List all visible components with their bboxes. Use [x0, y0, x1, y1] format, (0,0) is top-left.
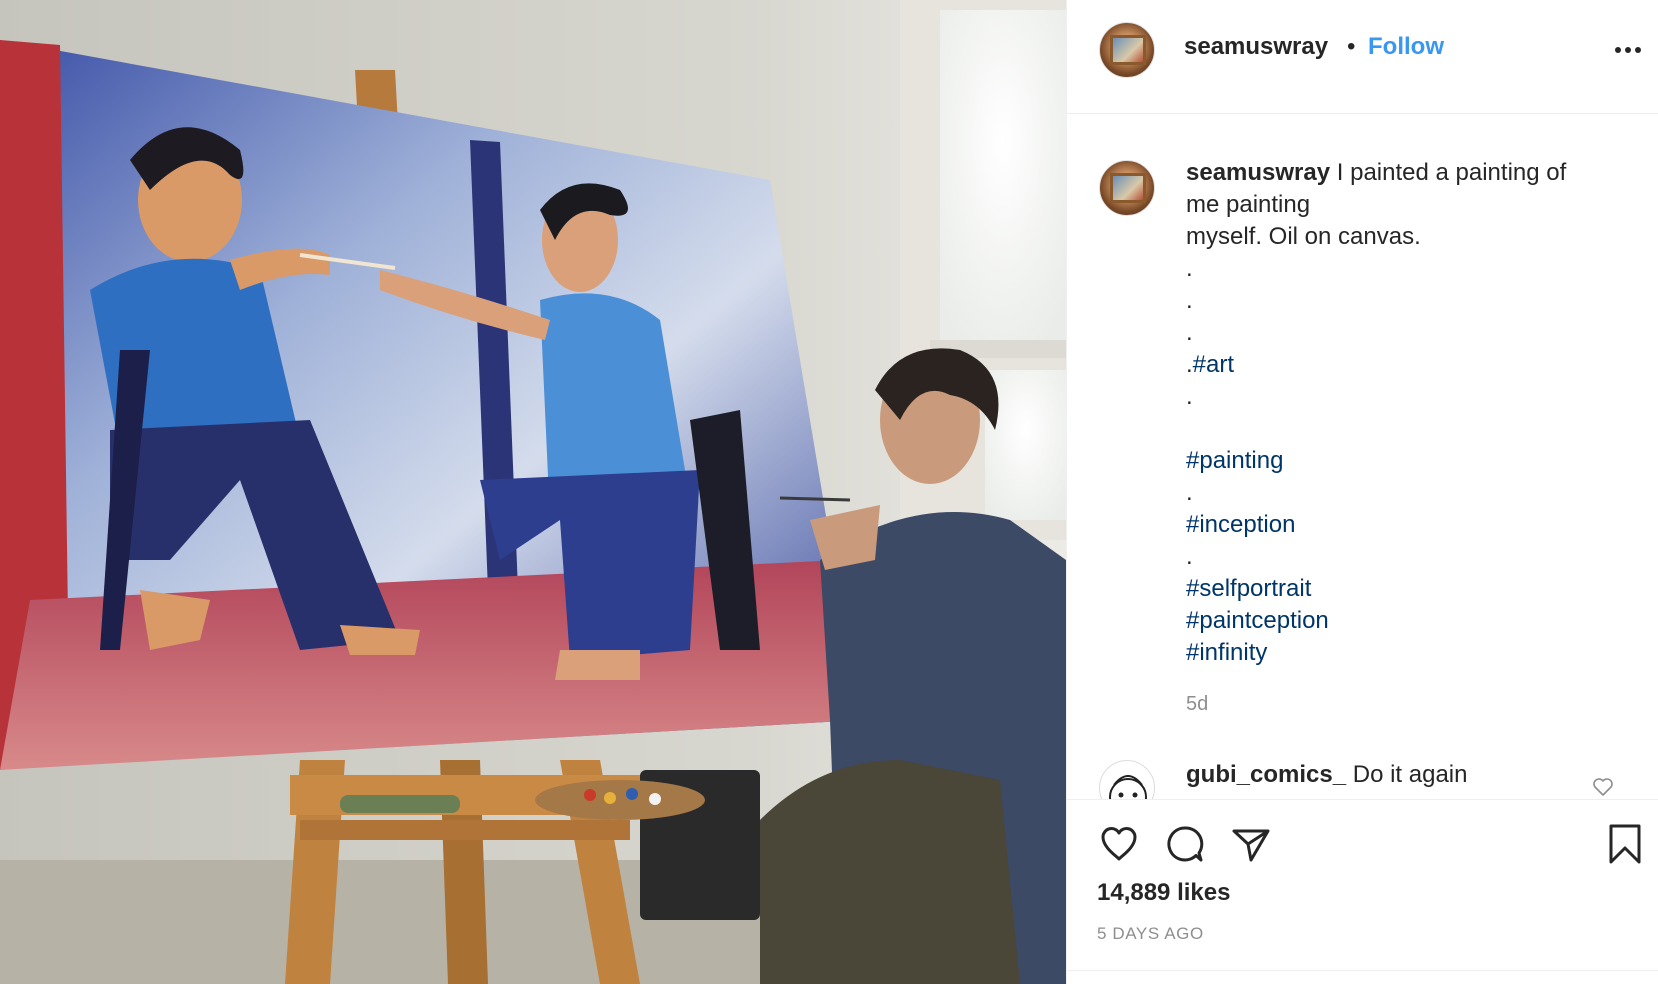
caption-line-5: .: [1186, 287, 1193, 314]
post-timestamp[interactable]: 5 DAYS AGO: [1097, 924, 1204, 944]
comment-body: Do it again: [1352, 761, 1468, 788]
post-actions: 14,889 likes 5 DAYS AGO: [1067, 799, 1658, 984]
post-side-panel: seamuswray • Follow seamuswray I painted…: [1066, 0, 1658, 984]
more-options-icon[interactable]: [1613, 40, 1643, 60]
caption-author-avatar[interactable]: [1099, 160, 1155, 216]
caption-line-4: .: [1186, 255, 1193, 282]
commenter-avatar[interactable]: [1099, 760, 1155, 799]
post-photo[interactable]: [0, 0, 1066, 984]
hashtag-inception[interactable]: #inception: [1186, 509, 1626, 541]
comments-section[interactable]: seamuswray I painted a painting of me pa…: [1067, 115, 1658, 799]
share-paper-plane-icon[interactable]: [1229, 822, 1273, 866]
save-bookmark-icon[interactable]: [1603, 822, 1647, 866]
caption-line-3: myself. Oil on canvas.: [1186, 223, 1421, 250]
post-header: seamuswray • Follow: [1067, 0, 1658, 114]
author-avatar[interactable]: [1099, 22, 1155, 78]
hashtag-infinity[interactable]: #infinity: [1186, 637, 1626, 669]
comment-bubble-icon[interactable]: [1163, 822, 1207, 866]
caption-line-6: .: [1186, 319, 1193, 346]
post-photo-illustration: [0, 0, 1066, 984]
hashtag-selfportrait[interactable]: #selfportrait: [1186, 573, 1626, 605]
caption-line-8: .: [1186, 383, 1193, 410]
follow-button[interactable]: Follow: [1368, 33, 1444, 61]
commenter-avatar-drawing: [1109, 775, 1147, 799]
post-caption: seamuswray I painted a painting of me pa…: [1186, 157, 1626, 669]
comment-username[interactable]: gubi_comics_: [1186, 761, 1346, 788]
hashtag-art[interactable]: #art: [1193, 351, 1234, 378]
caption-line-10: .: [1186, 479, 1193, 506]
header-separator: •: [1347, 33, 1356, 60]
like-heart-icon[interactable]: [1097, 822, 1141, 866]
caption-dot-prefix: .: [1186, 351, 1193, 378]
caption-username[interactable]: seamuswray: [1186, 159, 1330, 186]
caption-text-1: I painted a painting of: [1336, 159, 1567, 186]
comment: gubi_comics_ Do it again: [1186, 761, 1467, 789]
caption-line-7: .#art: [1186, 349, 1626, 381]
caption-line-12: .: [1186, 543, 1193, 570]
caption-line-1: seamuswray I painted a painting of: [1186, 157, 1626, 189]
add-comment-divider: [1067, 970, 1658, 971]
comment-like-heart-icon[interactable]: [1591, 775, 1615, 799]
author-username[interactable]: seamuswray: [1184, 33, 1328, 61]
caption-line-2: me painting: [1186, 191, 1311, 218]
hashtag-paintception[interactable]: #paintception: [1186, 605, 1626, 637]
hashtag-painting[interactable]: #painting: [1186, 445, 1626, 477]
caption-timestamp[interactable]: 5d: [1186, 693, 1208, 716]
likes-count[interactable]: 14,889 likes: [1097, 879, 1230, 907]
